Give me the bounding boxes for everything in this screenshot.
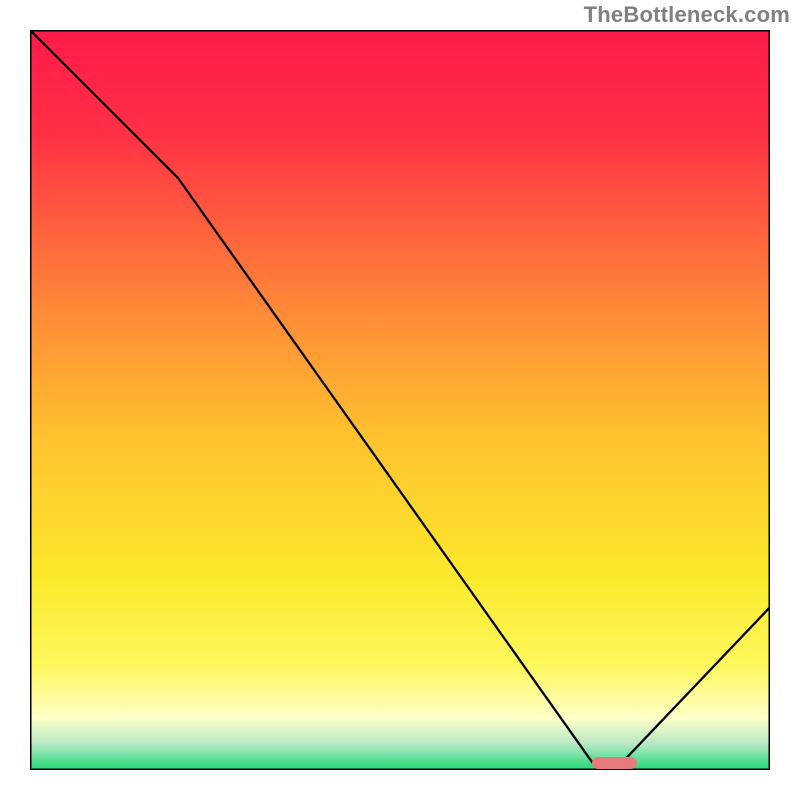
chart-svg: [30, 30, 770, 770]
optimal-range-marker: [592, 757, 636, 769]
chart-stage: TheBottleneck.com: [0, 0, 800, 800]
watermark-text: TheBottleneck.com: [584, 2, 790, 28]
chart-plot-area: [30, 30, 770, 770]
